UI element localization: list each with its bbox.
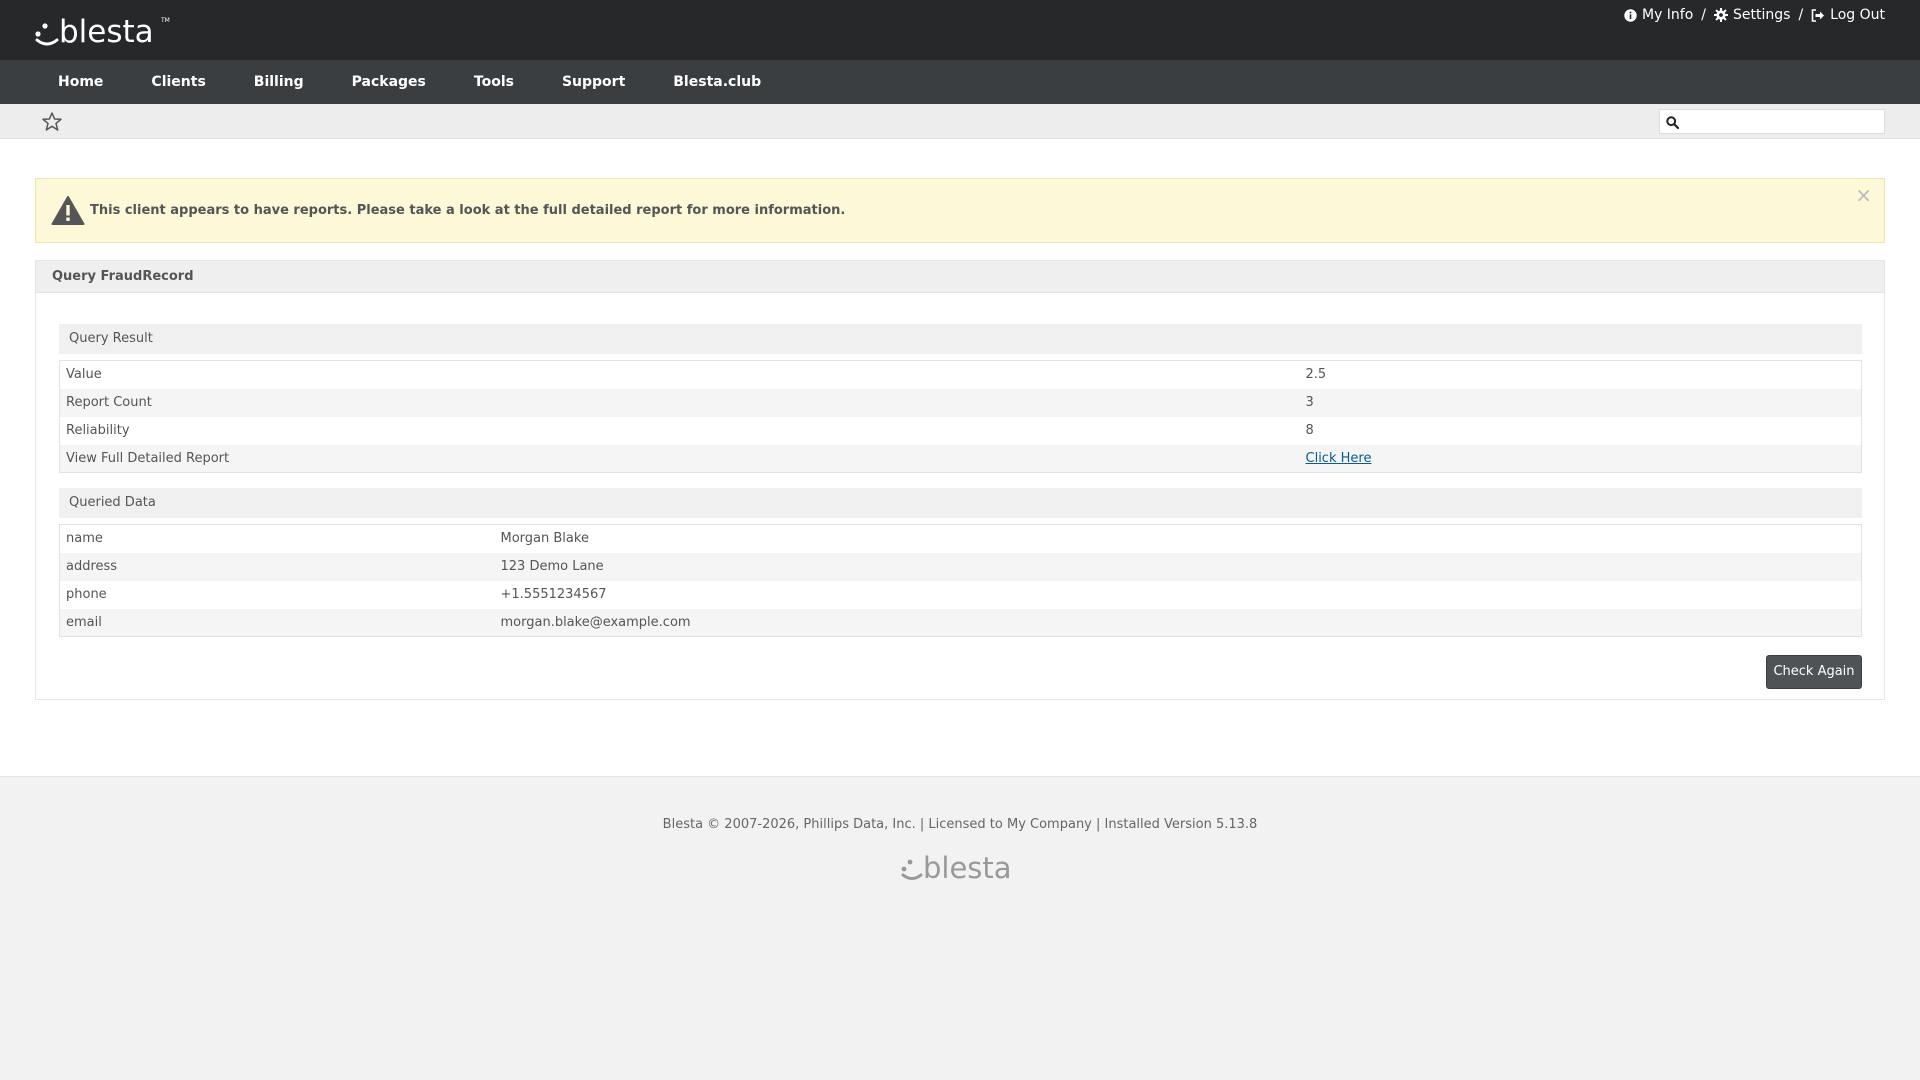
row-value: morgan.blake@example.com (494, 608, 1862, 637)
settings-link[interactable]: Settings (1714, 7, 1790, 23)
row-label: Report Count (59, 388, 1300, 417)
alert-message: This client appears to have reports. Ple… (90, 203, 846, 218)
row-label: Value (66, 367, 102, 383)
table-row: Reliability 8 (60, 417, 1862, 445)
search-box (1659, 109, 1885, 134)
row-label: Reliability (66, 423, 130, 438)
gear-icon (1714, 8, 1729, 22)
queried-data-table: name Morgan Blake address 123 Demo Lane … (59, 524, 1862, 637)
table-row: email morgan.blake@example.com (59, 608, 1862, 637)
footer: Blesta © 2007-2026, Phillips Data, Inc. … (0, 776, 1920, 1080)
query-fraudrecord-panel: Query FraudRecord Query Result Value 2.5… (35, 260, 1885, 700)
table-row: phone +1.5551234567 (60, 581, 1862, 609)
my-info-link[interactable]: My Info (1624, 7, 1693, 23)
row-value: 8 (1305, 423, 1314, 438)
main-nav: Home Clients Billing Packages Tools Supp… (0, 60, 1920, 104)
footer-blesta-logo: blesta (901, 851, 1012, 885)
search-icon (1666, 116, 1679, 129)
logout-label: Log Out (1830, 7, 1885, 23)
row-value: Click Here (1299, 444, 1862, 473)
nav-home[interactable]: Home (34, 60, 127, 104)
separator: / (1701, 7, 1707, 23)
query-result-title: Query Result (59, 324, 1862, 354)
blesta-logo[interactable]: blesta TM (34, 12, 174, 50)
panel-title: Query FraudRecord (36, 261, 1884, 293)
queried-data-title: Queried Data (59, 488, 1862, 518)
logout-icon (1811, 8, 1825, 22)
logout-link[interactable]: Log Out (1811, 7, 1885, 23)
star-icon[interactable] (42, 112, 62, 131)
table-row: View Full Detailed Report Click Here (59, 444, 1862, 473)
footer-text: Blesta © 2007-2026, Phillips Data, Inc. … (662, 817, 1258, 832)
row-value: 2.5 (1305, 367, 1327, 383)
row-label: name (66, 531, 103, 547)
row-value: Morgan Blake (500, 531, 589, 547)
row-value: +1.5551234567 (500, 587, 607, 602)
query-result-table: Value 2.5 Report Count 3 Reliability 8 V… (59, 360, 1862, 473)
top-bar: blesta TM My Info / Settings / Log Out (0, 0, 1920, 60)
nav-support[interactable]: Support (538, 60, 649, 104)
table-row: Value 2.5 (60, 361, 1862, 389)
table-row: address 123 Demo Lane (59, 552, 1862, 581)
settings-label: Settings (1733, 7, 1791, 23)
footer-logo-text: blesta (923, 851, 1012, 885)
nav-clients[interactable]: Clients (127, 60, 229, 104)
nav-tools[interactable]: Tools (450, 60, 538, 104)
row-label: phone (66, 587, 107, 602)
user-links: My Info / Settings / Log Out (1624, 7, 1885, 23)
row-label: address (59, 552, 495, 581)
warning-alert: This client appears to have reports. Ple… (35, 178, 1885, 243)
row-value: 3 (1299, 388, 1862, 417)
table-row: name Morgan Blake (60, 525, 1862, 553)
search-input[interactable] (1684, 110, 1882, 133)
alert-close-button[interactable]: × (1855, 185, 1872, 205)
check-again-button[interactable]: Check Again (1766, 655, 1862, 689)
my-info-label: My Info (1641, 7, 1694, 23)
nav-blesta-club[interactable]: Blesta.club (649, 60, 785, 104)
info-icon (1624, 8, 1637, 22)
row-value: 123 Demo Lane (494, 552, 1862, 581)
separator: / (1798, 7, 1804, 23)
nav-billing[interactable]: Billing (230, 60, 328, 104)
warning-icon (51, 196, 85, 225)
row-label: email (59, 608, 495, 637)
logo-text: blesta (59, 14, 154, 50)
click-here-link[interactable]: Click Here (1306, 451, 1372, 466)
row-label: View Full Detailed Report (59, 444, 1300, 473)
sub-bar (0, 104, 1920, 139)
table-row: Report Count 3 (59, 388, 1862, 417)
nav-packages[interactable]: Packages (328, 60, 450, 104)
logo-tm: TM (160, 17, 170, 24)
